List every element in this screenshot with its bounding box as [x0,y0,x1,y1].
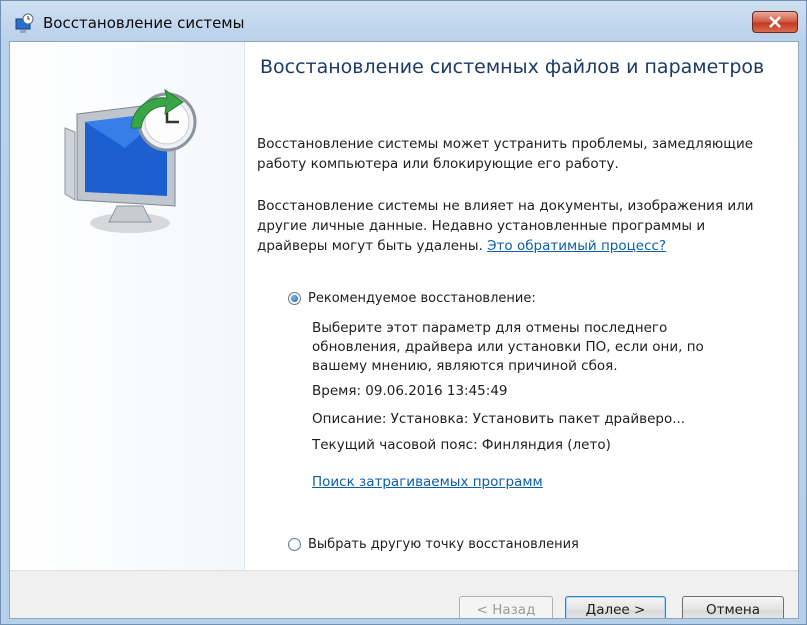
close-icon [769,16,781,28]
title-bar[interactable]: Восстановление системы [1,1,806,41]
cancel-button[interactable]: Отмена [682,596,784,618]
restore-point-description: Описание: Установка: Установить пакет др… [312,411,686,427]
reversible-process-link[interactable]: Это обратимый процесс? [487,238,666,254]
recommended-restore-radio[interactable]: Рекомендуемое восстановление: [288,291,536,306]
scan-affected-programs-link[interactable]: Поиск затрагиваемых программ [312,474,543,490]
recommended-restore-label: Рекомендуемое восстановление: [308,291,536,306]
radio-indicator-checked[interactable] [288,292,301,305]
wizard-client-area: Восстановление системных файлов и параме… [9,41,799,619]
radio-indicator-unchecked[interactable] [288,538,301,551]
choose-other-point-radio[interactable]: Выбрать другую точку восстановления [288,537,579,552]
scan-affected-programs-link-row: Поиск затрагиваемых программ [312,473,752,492]
restore-point-time: Время: 09.06.2016 13:45:49 [312,383,508,399]
restore-point-timezone: Текущий часовой пояс: Финляндия (лето) [312,437,611,453]
window-title: Восстановление системы [43,14,245,32]
wizard-side-panel [10,42,245,570]
system-restore-window: Восстановление системы Восстановление си… [0,0,807,625]
intro-text-2: Восстановление системы не влияет на доку… [257,196,777,256]
back-button[interactable]: < Назад [459,596,553,618]
recommended-description: Выберите этот параметр для отмены послед… [312,320,704,374]
next-button[interactable]: Далее > [565,596,666,618]
page-title: Восстановление системных файлов и параме… [260,56,765,78]
close-button[interactable] [752,11,798,33]
wizard-button-bar: < Назад Далее > Отмена [10,570,798,618]
system-restore-hero-icon [64,88,197,233]
choose-other-point-label: Выбрать другую точку восстановления [308,537,579,552]
system-restore-icon [15,13,34,33]
intro-text-1: Восстановление системы может устранить п… [257,136,754,172]
